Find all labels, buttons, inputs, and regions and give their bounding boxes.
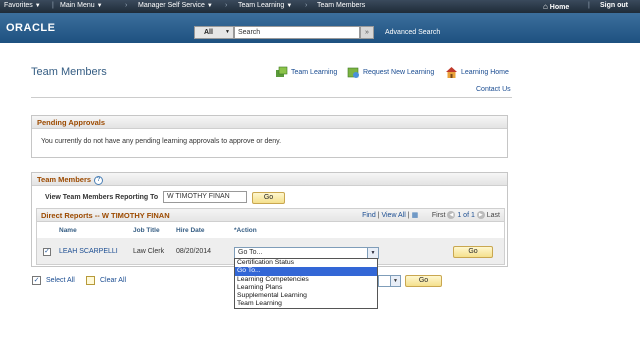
action-select-value: Go To... — [238, 249, 263, 256]
contact-us-link[interactable]: Contact Us — [476, 86, 511, 93]
advanced-search-link[interactable]: Advanced Search — [385, 29, 440, 36]
team-members-title: Team Members — [37, 175, 92, 184]
caret-down-icon: ▼ — [34, 3, 41, 9]
caret-down-icon: ▼ — [390, 276, 400, 286]
pending-approvals-message: You currently do not have any pending le… — [41, 138, 282, 145]
team-learning-icon — [275, 66, 288, 79]
select-all-label: Select All — [46, 277, 75, 284]
column-header-hire-date[interactable]: Hire Date — [176, 227, 205, 234]
title-divider — [31, 97, 512, 98]
breadcrumb-label: Manager Self Service — [138, 2, 205, 9]
home-label: Home — [549, 4, 570, 11]
grid-header: Direct Reports -- W TIMOTHY FINAN Find |… — [37, 209, 504, 222]
house-icon — [445, 66, 458, 79]
clear-all-label: Clear All — [100, 277, 127, 284]
nav-separator: | — [377, 212, 380, 219]
view-all-link[interactable]: View All — [381, 212, 405, 219]
employee-name-link[interactable]: LEAH SCARPELLI — [59, 248, 118, 255]
caret-down-icon: ▼ — [367, 248, 378, 258]
view-go-button[interactable]: Go — [252, 192, 285, 204]
team-learning-label: Team Learning — [291, 69, 338, 76]
column-header-name[interactable]: Name — [59, 227, 77, 234]
search-go-button[interactable]: » — [360, 26, 374, 39]
hire-date-cell: 08/20/2014 — [176, 248, 212, 255]
action-option-learning-plans[interactable]: Learning Plans — [235, 284, 377, 292]
main-menu[interactable]: Main Menu ▼ — [60, 2, 103, 9]
caret-down-icon: ▼ — [206, 3, 213, 9]
sign-out-link[interactable]: Sign out — [600, 2, 628, 9]
checkbox-empty-icon — [86, 276, 95, 285]
top-nav-bar: Favorites ▼ | Main Menu ▼ › Manager Self S… — [0, 0, 640, 13]
view-reporting-to-label: View Team Members Reporting To — [45, 194, 159, 201]
breadcrumb-chevron-icon: › — [225, 2, 228, 9]
nav-separator: | — [407, 212, 410, 219]
home-icon: ⌂ — [543, 2, 548, 11]
page-title: Team Members — [31, 66, 107, 78]
double-chevron-icon: » — [365, 29, 369, 36]
breadcrumb-team-members[interactable]: Team Members — [317, 2, 365, 9]
caret-down-icon: ▼ — [286, 3, 293, 9]
breadcrumb-label: Team Learning — [238, 2, 285, 9]
action-dropdown-list: Certification Status Go To... Learning C… — [234, 258, 378, 309]
request-new-learning-label: Request New Learning — [363, 69, 435, 76]
job-title-cell: Law Clerk — [133, 248, 165, 255]
request-learning-icon — [347, 66, 360, 79]
favorites-label: Favorites — [4, 2, 33, 9]
help-icon[interactable]: ? — [94, 175, 104, 185]
select-all-link[interactable]: ✓ Select All — [32, 276, 75, 285]
breadcrumb-manager-self-service[interactable]: Manager Self Service ▼ — [138, 2, 213, 9]
last-label: Last — [486, 212, 500, 219]
search-scope-select[interactable]: All ▼ — [194, 26, 234, 39]
home-link[interactable]: ⌂ Home — [543, 2, 569, 11]
favorites-menu[interactable]: Favorites ▼ — [4, 2, 41, 9]
team-members-header: Team Members? — [32, 173, 507, 186]
breadcrumb-chevron-icon: › — [305, 2, 308, 9]
learning-home-link[interactable]: Learning Home — [445, 66, 509, 79]
download-grid-icon[interactable]: ▦ — [412, 212, 419, 219]
bulk-action-select[interactable]: ▼ — [378, 275, 401, 287]
reporting-to-select[interactable]: W TIMOTHY FINAN — [163, 191, 247, 203]
action-option-go-to[interactable]: Go To... — [235, 267, 377, 276]
action-option-team-learning[interactable]: Team Learning — [235, 300, 377, 308]
clear-all-link[interactable]: Clear All — [86, 276, 126, 285]
caret-down-icon: ▼ — [96, 3, 103, 9]
pending-approvals-title: Pending Approvals — [32, 116, 507, 129]
pending-approvals-section: Pending Approvals You currently do not h… — [31, 115, 508, 158]
breadcrumb-chevron-icon: › — [125, 2, 128, 9]
checkbox-checked-icon: ✓ — [32, 276, 41, 285]
learning-home-label: Learning Home — [461, 69, 509, 76]
nav-separator-icon: | — [588, 2, 590, 9]
search-scope-label: All — [204, 29, 213, 36]
bulk-go-button[interactable]: Go — [405, 275, 442, 287]
action-option-learning-competencies[interactable]: Learning Competencies — [235, 276, 377, 284]
action-option-certification-status[interactable]: Certification Status — [235, 259, 377, 267]
search-input[interactable]: Search — [234, 26, 360, 39]
breadcrumb-team-learning[interactable]: Team Learning ▼ — [238, 2, 292, 9]
previous-icon: ◀ — [447, 211, 456, 220]
request-new-learning-link[interactable]: Request New Learning — [347, 66, 434, 79]
grid-navigation: Find | View All | ▦ First ◀ 1 of 1 ▶ Las… — [362, 211, 500, 220]
nav-separator-icon: | — [52, 2, 54, 9]
team-learning-link[interactable]: Team Learning — [275, 66, 337, 79]
grid-title: Direct Reports -- W TIMOTHY FINAN — [41, 211, 170, 220]
page-info: 1 of 1 — [457, 212, 475, 219]
row-go-button[interactable]: Go — [453, 246, 493, 258]
action-option-supplemental-learning[interactable]: Supplemental Learning — [235, 292, 377, 300]
oracle-logo: ORACLE — [6, 22, 56, 34]
main-menu-label: Main Menu — [60, 2, 95, 9]
column-header-job-title[interactable]: Job Title — [133, 227, 160, 234]
caret-down-icon: ▼ — [225, 29, 230, 35]
first-label: First — [431, 212, 446, 219]
row-select-checkbox[interactable]: ✓ — [43, 248, 51, 256]
next-icon: ▶ — [476, 211, 485, 220]
find-link[interactable]: Find — [362, 212, 376, 219]
column-header-action: *Action — [234, 227, 257, 234]
